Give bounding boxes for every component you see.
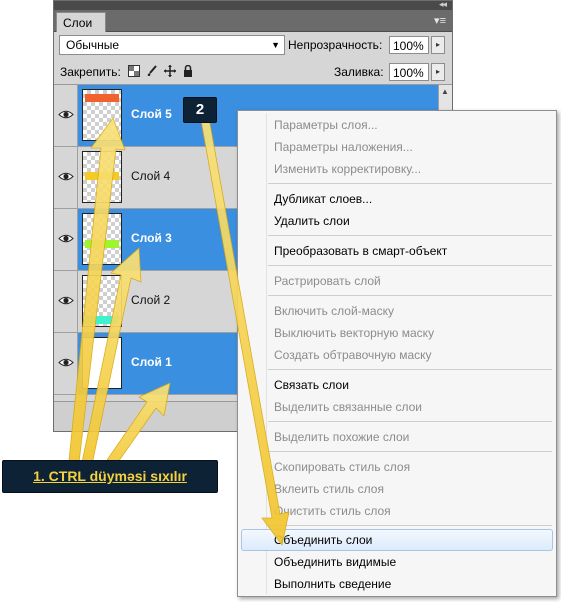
opacity-label: Непрозрачность: [288,38,383,52]
menu-item-rasterize-layer[interactable]: Растрировать слой [274,274,381,288]
eye-icon [58,172,74,181]
menu-item-delete-layers[interactable]: Удалить слои [274,214,350,228]
visibility-toggle[interactable] [54,333,78,394]
layer-content-stripe [85,94,119,102]
layer-name: Слой 5 [131,107,172,121]
dropdown-arrow-icon: ▼ [271,40,280,50]
menu-item-merge-layers[interactable]: Объединить слои [274,533,372,547]
blend-opacity-row: Обычные ▼ Непрозрачность: 100% ▸ [54,32,452,59]
visibility-toggle[interactable] [54,209,78,270]
fill-label: Заливка: [334,65,384,79]
menu-separator [268,295,552,296]
menu-item-create-clipping-mask[interactable]: Создать обтравочную маску [274,348,432,362]
menu-item-flatten-image[interactable]: Выполнить сведение [274,577,391,591]
layer-thumbnail [82,337,122,389]
layer-name: Слой 3 [131,231,172,245]
menu-separator [268,235,552,236]
visibility-toggle[interactable] [54,85,78,146]
scroll-up-icon[interactable]: ▲ [441,87,449,96]
layer-name: Слой 4 [131,169,171,183]
menu-item-link-layers[interactable]: Связать слои [274,378,349,392]
layer-thumbnail [82,89,122,141]
menu-item-select-similar-layers[interactable]: Выделить похожие слои [274,430,409,444]
visibility-toggle[interactable] [54,147,78,208]
layer-content-stripe [85,316,119,324]
layer-thumbnail [82,151,122,203]
menu-separator [268,525,552,526]
lock-transparency-icon[interactable] [128,65,140,77]
lock-position-move-icon[interactable] [164,65,176,77]
step-1-label: 1. CTRL düyməsi sıxılır [2,460,218,493]
layer-name: Слой 2 [131,293,171,307]
menu-item-clear-layer-style[interactable]: Очистить стиль слоя [274,504,391,518]
eye-icon [58,110,74,119]
menu-item-disable-vector-mask[interactable]: Выключить векторную маску [274,326,434,340]
layer-context-menu: Параметры слоя... Параметры наложения...… [237,110,557,597]
tab-layers[interactable]: Слои [56,12,106,32]
collapse-panel-icon[interactable]: ◂◂ [439,0,447,10]
fill-slider-toggle[interactable]: ▸ [431,63,445,81]
eye-icon [58,234,74,243]
step-1-text: 1. CTRL düyməsi sıxılır [33,468,187,484]
lock-label: Закрепить: [60,65,121,79]
menu-separator [268,421,552,422]
blend-mode-value: Обычные [66,38,120,52]
menu-icon-gutter [266,113,267,594]
eye-icon [58,358,74,367]
menu-item-select-linked-layers[interactable]: Выделить связанные слои [274,400,422,414]
layer-thumbnail [82,213,122,265]
menu-item-edit-adjustment[interactable]: Изменить корректировку... [274,162,421,176]
panel-titlebar: Слои ▾≡ [54,10,452,32]
lock-fill-row: Закрепить: Заливка: 100% ▸ [54,59,452,85]
layer-content-stripe [85,172,119,180]
fill-input[interactable]: 100% [389,63,429,81]
layer-name: Слой 1 [131,355,172,369]
layer-thumbnail [82,275,122,327]
step-2-badge: 2 [183,97,217,123]
menu-item-enable-layer-mask[interactable]: Включить слой-маску [274,304,394,318]
panel-menu-icon[interactable]: ▾≡ [434,14,446,27]
eye-icon [58,296,74,305]
menu-item-layer-properties[interactable]: Параметры слоя... [274,118,378,132]
menu-separator [268,369,552,370]
panel-top-strip: ◂◂ [54,0,452,10]
menu-item-duplicate-layers[interactable]: Дубликат слоев... [274,192,372,206]
menu-separator [268,451,552,452]
menu-item-blending-options[interactable]: Параметры наложения... [274,140,413,154]
visibility-toggle[interactable] [54,271,78,332]
lock-pixels-brush-icon[interactable] [146,65,158,77]
layer-content-stripe [85,240,119,248]
opacity-slider-toggle[interactable]: ▸ [431,36,445,54]
menu-item-copy-layer-style[interactable]: Скопировать стиль слоя [274,460,410,474]
menu-separator [268,265,552,266]
opacity-input[interactable]: 100% [389,36,429,54]
menu-item-merge-visible[interactable]: Объединить видимые [274,555,396,569]
menu-separator [268,183,552,184]
blend-mode-select[interactable]: Обычные ▼ [59,35,285,55]
menu-item-convert-smart-object[interactable]: Преобразовать в смарт-объект [274,244,447,258]
lock-all-padlock-icon[interactable] [182,64,194,77]
menu-item-paste-layer-style[interactable]: Вклеить стиль слоя [274,482,384,496]
